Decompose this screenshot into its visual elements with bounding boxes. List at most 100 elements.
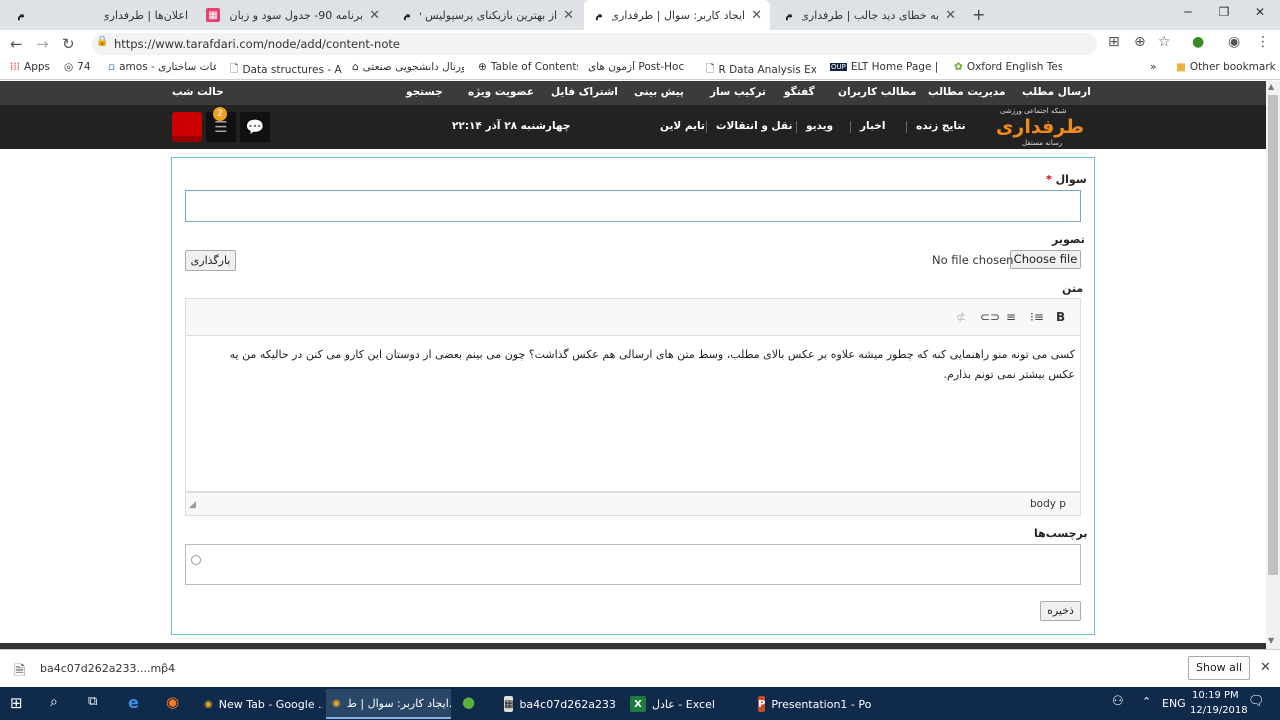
chevron-up-icon[interactable]: ⌃ xyxy=(1142,695,1151,708)
tab[interactable]: م به خطای دید جالب | طرفداری ✕ xyxy=(774,0,964,30)
taskbar-item[interactable]: ▦ ba4c07d262a233e6... xyxy=(498,689,616,719)
bookmark-apps[interactable]: ⁞⁞⁞ Apps xyxy=(10,61,60,73)
user-avatar[interactable] xyxy=(172,112,202,142)
windows-start-icon[interactable]: ⊞ xyxy=(10,694,23,712)
nav-divider xyxy=(906,121,907,133)
scrollbar-thumb[interactable] xyxy=(1268,95,1278,575)
folder-icon: ■ xyxy=(1176,61,1186,73)
nav-lineup-builder[interactable]: ترکیب ساز xyxy=(710,86,766,98)
zoom-icon[interactable]: ⊕ xyxy=(1134,34,1146,50)
bookmark-item[interactable]: ▫amos - اطلاعات ساختاری xyxy=(108,61,216,73)
taskbar-item-active[interactable]: ◉ ایجاد کاربر: سوال | ط... xyxy=(326,689,451,719)
nav-file-share[interactable]: اشتراک فایل xyxy=(551,86,618,98)
bookmarks-overflow[interactable]: » xyxy=(1150,61,1164,73)
tab[interactable]: اعلان‌ها | طرفداری xyxy=(96,0,196,30)
bookmark-star-icon[interactable]: ☆ xyxy=(1158,34,1171,50)
close-icon[interactable]: ✕ xyxy=(1260,660,1271,675)
nav-vip-membership[interactable]: عضویت ویژه xyxy=(468,86,534,98)
clock-date[interactable]: 12/19/2018 xyxy=(1190,705,1248,716)
nav-search[interactable]: جستجو xyxy=(406,86,443,98)
numbered-list-icon[interactable]: ≡ xyxy=(1006,310,1016,324)
account-icon[interactable]: ◉ xyxy=(1228,34,1240,50)
taskbar-label: ایجاد کاربر: سوال | ط... xyxy=(346,696,451,710)
other-bookmarks[interactable]: ■ Other bookmarks xyxy=(1176,61,1276,73)
bookmark-item[interactable]: 🗋R Data Analysis Exam xyxy=(706,61,816,79)
window-close-icon[interactable]: ✕ xyxy=(1250,5,1270,19)
close-icon[interactable]: ✕ xyxy=(369,8,380,23)
chat-icon[interactable]: 💬 xyxy=(240,112,270,142)
new-tab-icon[interactable]: + xyxy=(972,5,985,24)
reload-icon[interactable]: ↻ xyxy=(62,35,75,53)
back-icon[interactable]: ← xyxy=(10,35,23,53)
nav-timeline[interactable]: تایم لاین xyxy=(660,120,705,132)
bookmark-label: Apps xyxy=(24,61,50,73)
nav-news[interactable]: اخبار xyxy=(860,120,885,132)
tab-active[interactable]: م ایجاد کاربر: سوال | طرفداری ✕ xyxy=(584,0,770,30)
scroll-up-icon[interactable]: ▲ xyxy=(1268,82,1274,91)
close-icon[interactable]: ✕ xyxy=(751,8,762,23)
notification-center-icon[interactable]: 🗨 xyxy=(1248,694,1265,709)
maximize-icon[interactable]: ❐ xyxy=(1214,5,1234,19)
choose-file-button[interactable]: Choose file xyxy=(1010,250,1081,269)
app-icon[interactable]: ● xyxy=(462,693,475,711)
nav-transfers[interactable]: نقل و انتقالات xyxy=(716,120,792,132)
bookmark-item[interactable]: 🗋Data structures - Adv xyxy=(230,61,342,79)
bookmark-item[interactable]: ◎ 74 xyxy=(64,61,100,73)
clock-time[interactable]: 10:19 PM xyxy=(1192,690,1239,701)
tab[interactable]: م از بهترین بازیکنای پرسپولیس ❤ ک ✕ xyxy=(392,0,582,30)
close-icon[interactable]: ✕ xyxy=(563,8,574,23)
oup-icon: OUP xyxy=(830,63,847,71)
lock-icon[interactable]: 🔒 xyxy=(96,36,108,47)
nav-chat[interactable]: گفتگو xyxy=(784,86,815,98)
tarafdari-favicon: م xyxy=(17,9,25,21)
tags-input[interactable] xyxy=(185,544,1081,585)
search-icon[interactable]: ⌕ xyxy=(50,694,58,710)
link-icon[interactable]: ⊂⊃ xyxy=(980,310,1000,324)
unlink-icon[interactable]: ⊄ xyxy=(956,310,966,324)
bookmark-item[interactable]: OUPELT Home Page | Oxf xyxy=(830,61,942,73)
nav-night-mode[interactable]: حالت شب xyxy=(172,86,224,98)
scroll-down-icon[interactable]: ▼ xyxy=(1268,636,1274,645)
bold-icon[interactable]: B xyxy=(1056,310,1065,324)
taskbar-item[interactable]: P Presentation1 - Po... xyxy=(752,689,872,719)
show-all-button[interactable]: Show all xyxy=(1188,656,1250,680)
extension-icon[interactable]: ● xyxy=(1192,34,1204,50)
close-icon[interactable]: ✕ xyxy=(945,8,956,23)
bookmark-label: » xyxy=(1150,61,1157,73)
bookmark-item[interactable]: ✿Oxford English Testin xyxy=(954,61,1062,73)
bookmark-item[interactable]: ⊕ Table of Contents xyxy=(478,61,578,73)
download-filename[interactable]: ba4c07d262a233....mp4 xyxy=(40,662,175,675)
nav-prediction[interactable]: پیش بینی xyxy=(634,86,684,98)
tab[interactable]: ▦ برنامه 90- جدول سود و زبان داوری ✕ xyxy=(198,0,388,30)
nav-user-posts[interactable]: مطالب کاربران xyxy=(838,86,917,98)
taskbar-item[interactable]: ◉ New Tab - Google ... xyxy=(198,689,323,719)
nav-send-post[interactable]: ارسال مطلب xyxy=(1022,86,1091,98)
chevron-up-icon[interactable]: ⌃ xyxy=(160,661,169,674)
save-button[interactable]: ذخیره xyxy=(1040,601,1081,621)
menu-icon[interactable]: ⋮ xyxy=(1256,34,1270,50)
forward-icon[interactable]: → xyxy=(36,35,49,53)
language-indicator[interactable]: ENG xyxy=(1162,697,1186,710)
editor-text[interactable]: کسی می تونه منو راهنمایی کنه که چطور میش… xyxy=(205,345,1075,385)
resize-handle-icon[interactable]: ◢ xyxy=(189,500,196,510)
taskbar-item[interactable]: X عادل - Excel xyxy=(624,689,744,719)
minimize-icon[interactable]: ─ xyxy=(1178,5,1198,19)
edge-icon[interactable]: e xyxy=(128,693,139,712)
question-input[interactable] xyxy=(185,190,1081,222)
firefox-icon[interactable]: ◉ xyxy=(166,693,179,711)
nav-video[interactable]: ویدیو xyxy=(806,120,833,132)
translate-icon[interactable]: ⊞ xyxy=(1108,34,1120,50)
bookmark-item[interactable]: ⌂ پورتال دانشجویی صنعتی xyxy=(352,61,464,73)
editor-toolbar xyxy=(185,298,1081,336)
task-view-icon[interactable]: ⧉ xyxy=(88,694,97,709)
text-label: متن xyxy=(1062,282,1084,295)
bullet-list-icon[interactable]: ⁝≡ xyxy=(1030,310,1044,324)
upload-button[interactable]: بارگذاری xyxy=(185,250,236,271)
address-bar[interactable]: https://www.tarafdari.com/node/add/conte… xyxy=(92,33,1097,55)
taskbar-label: عادل - Excel xyxy=(652,697,715,711)
bookmark-item[interactable]: آزمون های Post-Hoc xyxy=(588,61,698,73)
nav-manage-posts[interactable]: مدیریت مطالب xyxy=(928,86,1005,98)
site-logo[interactable]: شبکه اجتماعی ورزشی طرفداری رسانه مستقل xyxy=(996,107,1096,149)
people-icon[interactable]: ⚇ xyxy=(1112,694,1124,709)
nav-live-results[interactable]: نتایج زنده xyxy=(916,120,966,132)
